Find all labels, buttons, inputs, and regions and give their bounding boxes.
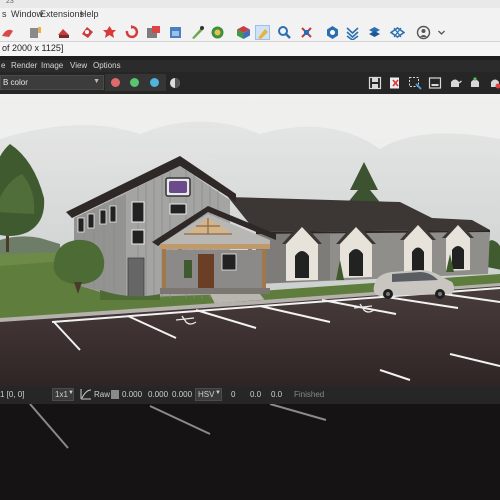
- render-menu-view[interactable]: View: [70, 61, 87, 70]
- render-menu-partial[interactable]: e: [1, 61, 5, 70]
- zoom-value: 1x1: [55, 390, 68, 399]
- blue-dot-icon: [150, 78, 159, 87]
- user-icon[interactable]: [390, 25, 405, 40]
- status-bar: 1 [0, 0] 1x1 ▼ Raw 0.000 0.000 0.000 HSV…: [0, 386, 500, 404]
- menu-bar: s Window Extensions Help: [0, 8, 500, 22]
- mono-channel-icon[interactable]: [168, 76, 182, 90]
- teapot-active-icon[interactable]: [468, 76, 482, 90]
- lower-panel-preview: [0, 404, 500, 500]
- chevron-down-icon: ▼: [93, 78, 100, 85]
- value-v: 0.0: [271, 390, 283, 399]
- render-controls: B color ▼: [0, 72, 500, 94]
- render-viewport[interactable]: [0, 94, 500, 386]
- box-icon[interactable]: [124, 25, 139, 40]
- render-status: Finished: [294, 390, 325, 399]
- brush-icon[interactable]: [28, 25, 43, 40]
- app-window: 23 s Window Extensions Help of 2000 x 11…: [0, 0, 500, 500]
- frame-buffer-icon[interactable]: [428, 76, 442, 90]
- menu-item-extensions[interactable]: Extensions: [40, 9, 84, 19]
- render-menu-render[interactable]: Render: [11, 61, 37, 70]
- image-info-bar: of 2000 x 1125]: [0, 42, 500, 56]
- raw-label: Raw: [94, 390, 111, 399]
- red-dot-icon: [111, 78, 120, 87]
- path-select-icon[interactable]: [236, 25, 251, 40]
- title-bar: 23: [0, 0, 500, 8]
- teapot-render-icon[interactable]: [448, 76, 462, 90]
- flower-icon[interactable]: [80, 25, 95, 40]
- curve-icon[interactable]: [80, 388, 92, 402]
- green-channel-button[interactable]: [124, 74, 146, 91]
- value-h: 0: [231, 390, 236, 399]
- menu-item-help[interactable]: Help: [80, 9, 99, 19]
- target-icon[interactable]: [299, 25, 314, 40]
- shape-icon[interactable]: [0, 25, 15, 40]
- lower-panel: [0, 404, 500, 500]
- save-as-icon[interactable]: [388, 76, 402, 90]
- menu-item-partial[interactable]: s: [2, 9, 7, 19]
- chevron-down-icon: ▼: [215, 390, 221, 396]
- dropdown-arrow-icon[interactable]: [434, 25, 445, 40]
- colorspace-value: HSV: [198, 390, 215, 399]
- value-g: 0.000: [148, 390, 169, 399]
- render-menu-image[interactable]: Image: [41, 61, 63, 70]
- blue-channel-button[interactable]: [144, 74, 166, 91]
- rendered-image: [0, 94, 500, 386]
- pencil-icon[interactable]: [168, 25, 183, 40]
- render-menu-bar: e Render Image View Options: [0, 60, 500, 72]
- pixel-coords: 1 [0, 0]: [0, 390, 25, 399]
- move-icon[interactable]: [277, 25, 292, 40]
- teapot-stop-icon[interactable]: [488, 76, 500, 90]
- resolution-label: of 2000 x 1125]: [2, 43, 64, 53]
- cube-icon[interactable]: [210, 25, 225, 40]
- value-r: 0.000: [122, 390, 143, 399]
- main-toolbar: [0, 22, 500, 42]
- rotate-icon[interactable]: [102, 25, 117, 40]
- menu-item-window[interactable]: Window: [11, 9, 43, 19]
- building-icon[interactable]: [146, 25, 161, 40]
- region-render-icon[interactable]: [408, 76, 422, 90]
- color-mode-value: B color: [3, 78, 28, 87]
- account-icon[interactable]: [416, 25, 431, 40]
- layers-icon[interactable]: [345, 25, 360, 40]
- colorspace-select[interactable]: HSV ▼: [195, 388, 222, 401]
- chevron-down-icon: ▼: [68, 390, 74, 396]
- save-icon[interactable]: [368, 76, 382, 90]
- render-menu-options[interactable]: Options: [93, 61, 121, 70]
- green-dot-icon: [130, 78, 139, 87]
- color-mode-select[interactable]: B color ▼: [0, 75, 104, 90]
- window-title: 23: [6, 0, 14, 5]
- raw-swatch: [111, 390, 119, 399]
- value-s: 0.0: [250, 390, 262, 399]
- diamond-icon[interactable]: [367, 25, 382, 40]
- zoom-select[interactable]: 1x1 ▼: [52, 388, 74, 401]
- sphere-icon[interactable]: [190, 25, 205, 40]
- snowflake-icon[interactable]: [325, 25, 340, 40]
- stamp-icon[interactable]: [56, 25, 71, 40]
- value-b: 0.000: [172, 390, 193, 399]
- magnify-icon[interactable]: [255, 25, 270, 40]
